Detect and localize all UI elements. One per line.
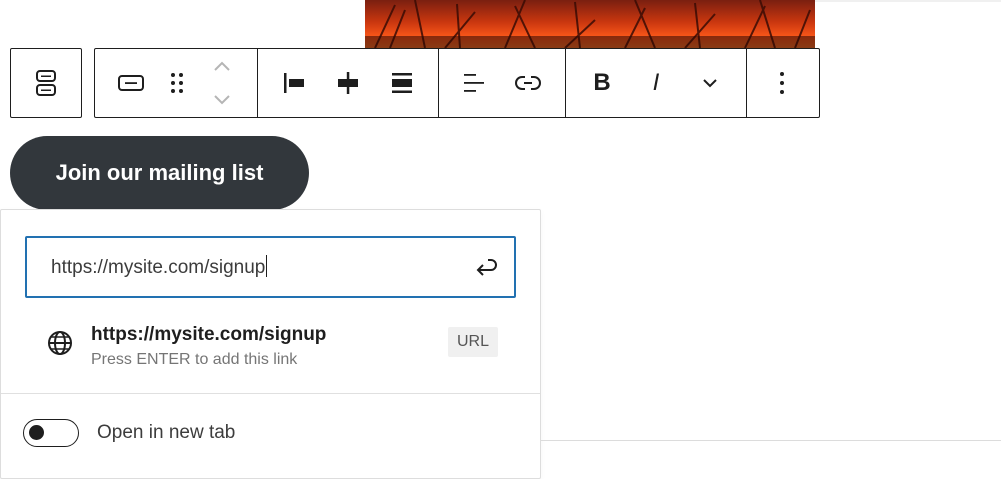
toolbar-separator: [438, 49, 439, 117]
enter-icon[interactable]: [472, 254, 500, 282]
suggestion-title: https://mysite.com/signup: [91, 324, 327, 345]
text-align-button[interactable]: [451, 49, 497, 117]
toolbar-separator: [746, 49, 747, 117]
drag-handle[interactable]: [159, 49, 195, 117]
open-in-new-tab-label[interactable]: Open in new tab: [97, 422, 235, 444]
open-in-new-tab-toggle[interactable]: [23, 419, 79, 447]
justify-left-icon: [281, 70, 307, 96]
chevron-down-icon: [701, 77, 719, 89]
editor-divider: [815, 0, 1001, 2]
bold-button[interactable]: B: [579, 49, 625, 117]
move-up-button[interactable]: [203, 49, 241, 83]
align-left-icon: [461, 70, 487, 96]
move-down-button[interactable]: [203, 83, 241, 117]
justify-center-button[interactable]: [325, 49, 371, 117]
chevron-up-icon: [212, 60, 232, 72]
more-vertical-icon: [778, 70, 786, 96]
italic-button[interactable]: I: [633, 49, 679, 117]
mailing-list-button[interactable]: Join our mailing list: [10, 136, 309, 210]
button-block-icon: [117, 73, 145, 93]
url-input[interactable]: https://mysite.com/signup: [25, 236, 516, 298]
link-icon: [514, 73, 542, 93]
drag-handle-icon: [169, 71, 185, 95]
text-caret: [266, 255, 268, 277]
justify-stretch-icon: [389, 70, 415, 96]
open-in-new-tab-setting: Open in new tab: [23, 419, 423, 449]
editor-divider: [541, 440, 1001, 441]
link-popover: https://mysite.com/signup https://mysite…: [0, 209, 541, 479]
toolbar-separator: [257, 49, 258, 117]
link-suggestion[interactable]: https://mysite.com/signup Press ENTER to…: [25, 316, 516, 374]
toolbar-separator: [565, 49, 566, 117]
chevron-down-icon: [212, 94, 232, 106]
url-input-value[interactable]: https://mysite.com/signup: [51, 255, 268, 279]
block-toolbar: B I: [94, 48, 820, 118]
cover-image: [365, 0, 815, 48]
suggestion-type-badge: URL: [447, 327, 498, 357]
justify-stretch-button[interactable]: [379, 49, 425, 117]
buttons-block-icon: [34, 68, 58, 98]
block-switcher-button[interactable]: [105, 49, 157, 117]
parent-block-toolbar: [10, 48, 82, 118]
justify-center-icon: [335, 70, 361, 96]
globe-icon: [45, 328, 75, 363]
options-button[interactable]: [759, 49, 805, 117]
toggle-knob: [29, 425, 44, 440]
suggestion-info: Press ENTER to add this link: [91, 351, 298, 368]
justify-left-button[interactable]: [271, 49, 317, 117]
link-button[interactable]: [505, 49, 551, 117]
select-parent-button[interactable]: [11, 49, 81, 117]
popover-divider: [1, 393, 540, 394]
more-formats-button[interactable]: [687, 49, 733, 117]
